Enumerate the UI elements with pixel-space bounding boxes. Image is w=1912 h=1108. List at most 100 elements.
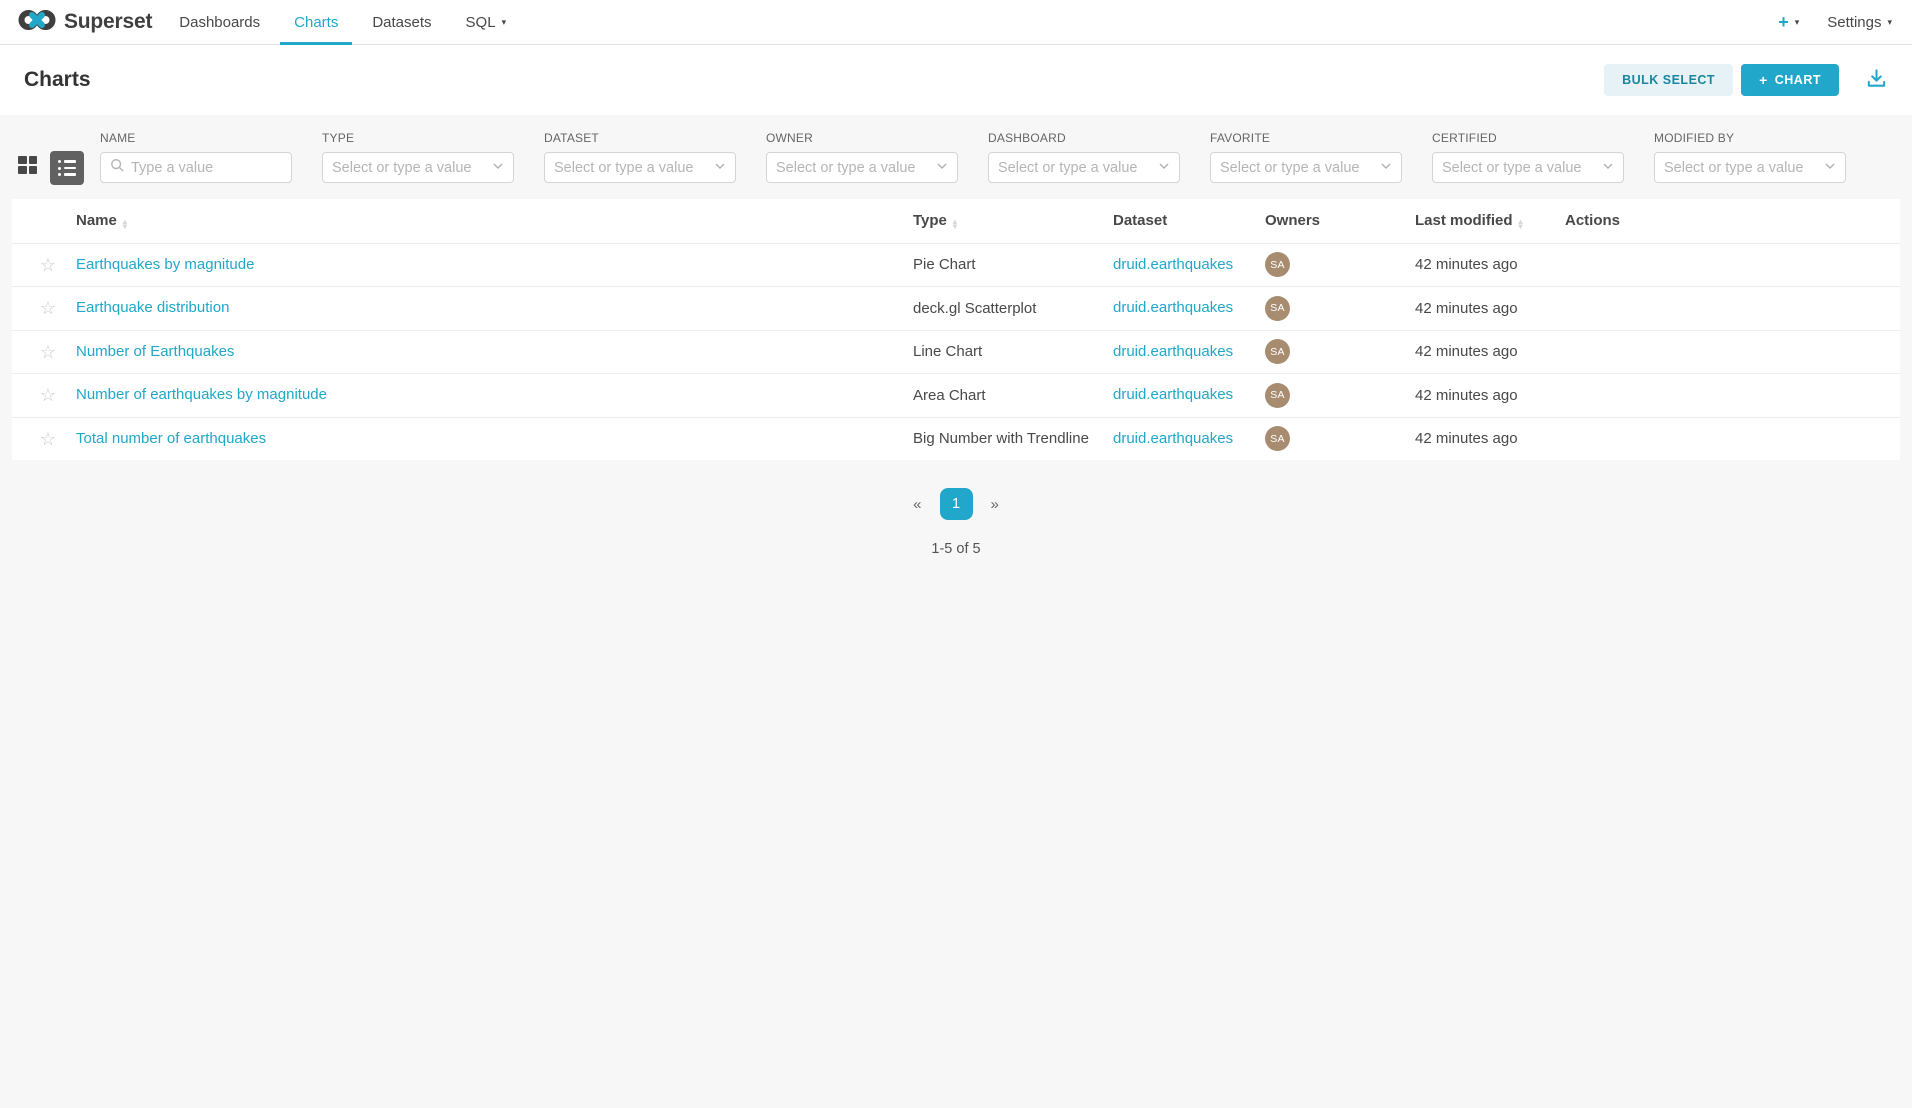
filters: NAME TYPE Select or type a value DATASET… <box>100 131 1846 183</box>
table-row: ☆ Earthquake distribution deck.gl Scatte… <box>12 286 1900 330</box>
nav-right: + ▾ Settings ▾ <box>1778 0 1902 44</box>
prev-page-button[interactable]: « <box>900 496 934 513</box>
filter-bar: NAME TYPE Select or type a value DATASET… <box>0 115 1912 199</box>
favorite-star-icon[interactable]: ☆ <box>40 430 56 448</box>
nav-item-sql[interactable]: SQL ▾ <box>449 0 524 44</box>
table-row: ☆ Number of Earthquakes Line Chart druid… <box>12 330 1900 374</box>
chart-name-link[interactable]: Earthquake distribution <box>76 299 229 316</box>
table-row: ☆ Number of earthquakes by magnitude Are… <box>12 373 1900 417</box>
dataset-link[interactable]: druid.earthquakes <box>1113 299 1233 316</box>
nav-item-charts[interactable]: Charts <box>277 0 355 44</box>
sort-icon: ▴▾ <box>123 219 127 230</box>
last-modified: 42 minutes ago <box>1415 430 1565 447</box>
brand-name: Superset <box>64 10 152 34</box>
column-header-last-modified[interactable]: Last modified▴▾ <box>1415 212 1565 230</box>
chevron-down-icon <box>1380 159 1392 177</box>
chevron-down-icon <box>1824 159 1836 177</box>
bulk-select-button[interactable]: BULK SELECT <box>1604 64 1733 96</box>
view-mode-toggles <box>18 151 84 179</box>
pagination: « 1 » <box>0 488 1912 520</box>
settings-menu-button[interactable]: Settings ▾ <box>1827 14 1892 31</box>
filter-type: TYPE Select or type a value <box>322 131 514 183</box>
page-title: Charts <box>24 68 91 92</box>
charts-table: Name▴▾ Type▴▾ Dataset Owners Last modifi… <box>12 199 1900 460</box>
filter-dataset: DATASET Select or type a value <box>544 131 736 183</box>
table-header-row: Name▴▾ Type▴▾ Dataset Owners Last modifi… <box>12 199 1900 243</box>
owner-filter-select[interactable]: Select or type a value <box>766 152 958 183</box>
dataset-link[interactable]: druid.earthquakes <box>1113 430 1233 447</box>
page-header: Charts BULK SELECT + CHART <box>0 45 1912 115</box>
sort-icon: ▴▾ <box>1519 219 1523 230</box>
chevron-down-icon <box>1158 159 1170 177</box>
favorite-filter-select[interactable]: Select or type a value <box>1210 152 1402 183</box>
column-header-name[interactable]: Name▴▾ <box>68 212 913 230</box>
main-nav: Dashboards Charts Datasets SQL ▾ <box>162 0 523 44</box>
infinity-logo-icon <box>18 8 56 37</box>
type-filter-select[interactable]: Select or type a value <box>322 152 514 183</box>
nav-item-datasets[interactable]: Datasets <box>355 0 448 44</box>
import-charts-button[interactable] <box>1865 67 1888 93</box>
add-chart-button[interactable]: + CHART <box>1741 64 1839 96</box>
name-filter-input[interactable] <box>131 160 282 176</box>
new-item-menu-button[interactable]: + ▾ <box>1778 12 1799 33</box>
chevron-down-icon <box>936 159 948 177</box>
chart-type: deck.gl Scatterplot <box>913 300 1113 317</box>
column-header-owners: Owners <box>1265 212 1415 229</box>
chart-type: Line Chart <box>913 343 1113 360</box>
last-modified: 42 minutes ago <box>1415 387 1565 404</box>
filter-name: NAME <box>100 131 292 183</box>
search-icon <box>110 158 124 177</box>
column-header-type[interactable]: Type▴▾ <box>913 212 1113 230</box>
chevron-down-icon <box>1602 159 1614 177</box>
chart-name-link[interactable]: Total number of earthquakes <box>76 430 266 447</box>
column-header-actions: Actions <box>1565 212 1900 229</box>
chevron-down-icon <box>714 159 726 177</box>
download-icon <box>1865 67 1888 93</box>
owner-avatar: SA <box>1265 252 1290 277</box>
modified-by-filter-select[interactable]: Select or type a value <box>1654 152 1846 183</box>
top-navbar: Superset Dashboards Charts Datasets SQL … <box>0 0 1912 45</box>
chart-name-link[interactable]: Number of Earthquakes <box>76 343 234 360</box>
chart-name-link[interactable]: Number of earthquakes by magnitude <box>76 386 327 403</box>
pagination-summary: 1-5 of 5 <box>0 541 1912 557</box>
owner-avatar: SA <box>1265 296 1290 321</box>
filter-favorite: FAVORITE Select or type a value <box>1210 131 1402 183</box>
page-number-1[interactable]: 1 <box>940 488 973 520</box>
dataset-filter-select[interactable]: Select or type a value <box>544 152 736 183</box>
caret-down-icon: ▾ <box>502 18 507 27</box>
favorite-star-icon[interactable]: ☆ <box>40 386 56 404</box>
favorite-star-icon[interactable]: ☆ <box>40 256 56 274</box>
caret-down-icon: ▾ <box>1887 18 1892 27</box>
certified-filter-select[interactable]: Select or type a value <box>1432 152 1624 183</box>
last-modified: 42 minutes ago <box>1415 256 1565 273</box>
superset-logo[interactable]: Superset <box>18 0 152 44</box>
chevron-down-icon <box>492 159 504 177</box>
sort-icon: ▴▾ <box>953 219 957 230</box>
dataset-link[interactable]: druid.earthquakes <box>1113 256 1233 273</box>
last-modified: 42 minutes ago <box>1415 343 1565 360</box>
list-view-icon[interactable] <box>50 151 84 185</box>
chart-type: Pie Chart <box>913 256 1113 273</box>
table-row: ☆ Total number of earthquakes Big Number… <box>12 417 1900 461</box>
name-filter-box <box>100 152 292 183</box>
owner-avatar: SA <box>1265 339 1290 364</box>
favorite-star-icon[interactable]: ☆ <box>40 343 56 361</box>
card-view-icon[interactable] <box>18 156 37 174</box>
favorite-star-icon[interactable]: ☆ <box>40 299 56 317</box>
owner-avatar: SA <box>1265 383 1290 408</box>
caret-down-icon: ▾ <box>1795 18 1800 27</box>
last-modified: 42 minutes ago <box>1415 300 1565 317</box>
dataset-link[interactable]: druid.earthquakes <box>1113 343 1233 360</box>
dataset-link[interactable]: druid.earthquakes <box>1113 386 1233 403</box>
chart-type: Big Number with Trendline <box>913 430 1113 447</box>
owner-avatar: SA <box>1265 426 1290 451</box>
dashboard-filter-select[interactable]: Select or type a value <box>988 152 1180 183</box>
filter-certified: CERTIFIED Select or type a value <box>1432 131 1624 183</box>
chart-type: Area Chart <box>913 387 1113 404</box>
nav-item-dashboards[interactable]: Dashboards <box>162 0 277 44</box>
column-header-dataset: Dataset <box>1113 212 1265 229</box>
next-page-button[interactable]: » <box>978 496 1012 513</box>
filter-dashboard: DASHBOARD Select or type a value <box>988 131 1180 183</box>
filter-owner: OWNER Select or type a value <box>766 131 958 183</box>
chart-name-link[interactable]: Earthquakes by magnitude <box>76 256 254 273</box>
